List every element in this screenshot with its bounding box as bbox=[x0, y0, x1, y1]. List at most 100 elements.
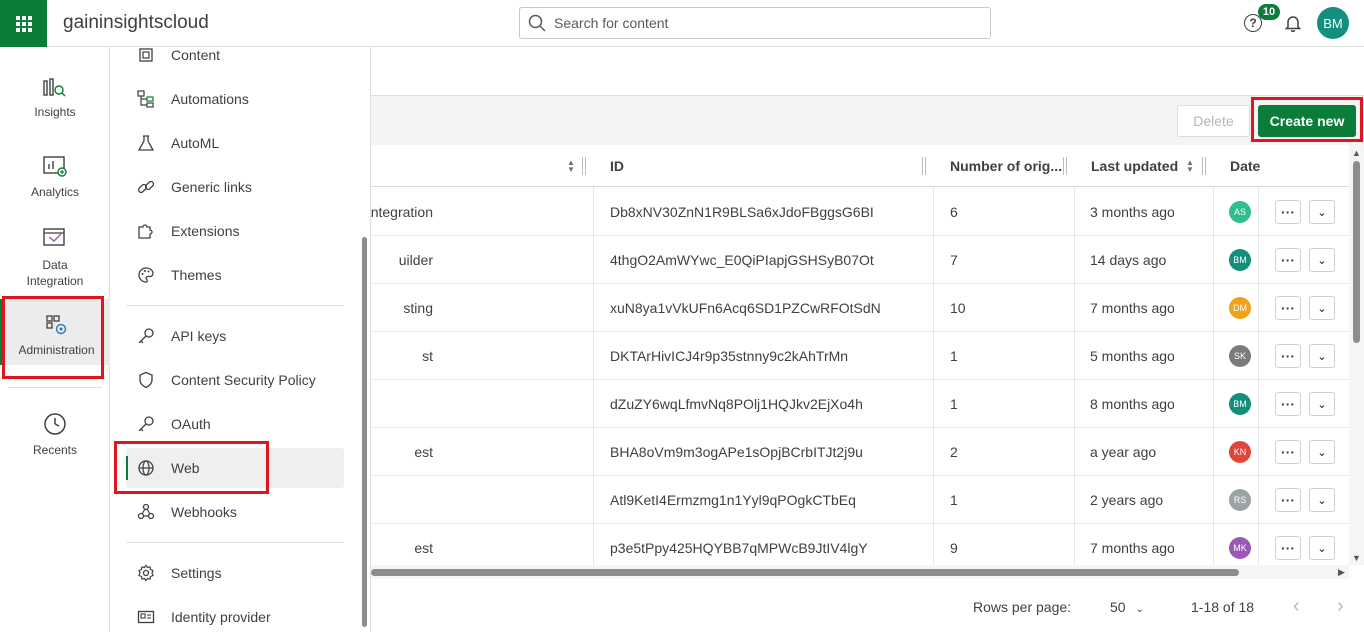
table-row[interactable]: est p3e5tPpy425HQYBB7qMPWcB9JtIV4lgY 9 7 mo… bbox=[371, 524, 1351, 565]
row-more-actions-button[interactable]: ··· bbox=[1275, 536, 1301, 560]
row-more-actions-button[interactable]: ··· bbox=[1275, 248, 1301, 272]
flask-icon bbox=[136, 133, 156, 153]
administration-icon bbox=[45, 315, 66, 335]
row-more-actions-button[interactable]: ··· bbox=[1275, 488, 1301, 512]
horizontal-scroll-thumb[interactable] bbox=[371, 569, 1239, 576]
user-avatar[interactable]: BM bbox=[1317, 7, 1349, 39]
row-more-actions-button[interactable]: ··· bbox=[1275, 344, 1301, 368]
column-resize-handle[interactable] bbox=[1063, 157, 1067, 175]
table-row[interactable]: uilder 4thgO2AmWYwc_E0QiPIapjGSHSyB07Ot 7 1… bbox=[371, 236, 1351, 284]
subnav-label: Content bbox=[171, 47, 221, 63]
cell-last-updated: 7 months ago bbox=[1090, 300, 1175, 316]
vertical-scroll-thumb[interactable] bbox=[1353, 161, 1360, 343]
link-icon bbox=[136, 177, 156, 197]
column-header-origins[interactable]: Number of orig... bbox=[935, 145, 1065, 187]
cell-name: sting bbox=[403, 300, 433, 316]
page-range: 1-18 of 18 bbox=[1191, 599, 1255, 615]
app-launcher-button[interactable] bbox=[0, 0, 47, 47]
row-expand-button[interactable]: ⌄ bbox=[1309, 296, 1335, 320]
scroll-down-arrow[interactable]: ▼ bbox=[1352, 553, 1361, 563]
cell-origins: 1 bbox=[950, 348, 958, 364]
owner-avatar: BM bbox=[1229, 249, 1251, 271]
data-integration-icon bbox=[43, 228, 65, 246]
sort-icon[interactable]: ▲ ▼ bbox=[1186, 159, 1194, 174]
row-expand-button[interactable]: ⌄ bbox=[1309, 392, 1335, 416]
table-row[interactable]: st DKTArHivICJ4r9p35stnny9c2kAhTrMn 1 5 mon… bbox=[371, 332, 1351, 380]
previous-page-button[interactable]: ‹ bbox=[1293, 595, 1300, 618]
subnav-item-extensions[interactable]: Extensions bbox=[126, 211, 344, 251]
row-expand-button[interactable]: ⌄ bbox=[1309, 344, 1335, 368]
row-more-actions-button[interactable]: ··· bbox=[1275, 296, 1301, 320]
table-row[interactable]: sting xuN8ya1vVkUFn6Acq6SD1PZCwRFOtSdN 10 7… bbox=[371, 284, 1351, 332]
subnav-item-webhooks[interactable]: Webhooks bbox=[126, 492, 344, 532]
row-expand-button[interactable]: ⌄ bbox=[1309, 440, 1335, 464]
row-expand-button[interactable]: ⌄ bbox=[1309, 536, 1335, 560]
table-row[interactable]: Atl9KetI4Ermzmg1n1Yyl9qPOgkCTbEq 1 2 years… bbox=[371, 476, 1351, 524]
column-resize-handle[interactable] bbox=[922, 157, 926, 175]
row-more-actions-button[interactable]: ··· bbox=[1275, 200, 1301, 224]
puzzle-icon bbox=[136, 221, 156, 241]
rail-item-recents[interactable]: Recents bbox=[0, 411, 110, 457]
row-expand-button[interactable]: ⌄ bbox=[1309, 488, 1335, 512]
notification-count-badge: 10 bbox=[1258, 4, 1280, 20]
waffle-icon bbox=[15, 15, 32, 32]
subnav-item-content[interactable]: Content bbox=[126, 47, 344, 75]
rail-item-data-integration[interactable]: Data Integration bbox=[0, 227, 110, 289]
scroll-up-arrow[interactable]: ▲ bbox=[1352, 148, 1361, 158]
rail-label-data-integration: Data Integration bbox=[26, 258, 84, 288]
delete-button[interactable]: Delete bbox=[1177, 105, 1250, 137]
table-header: ▲ ▼ ID Number of orig... Last updated ▲ ▼ … bbox=[371, 145, 1351, 187]
subnav-item-themes[interactable]: Themes bbox=[126, 255, 344, 295]
rail-item-administration[interactable]: Administration bbox=[0, 299, 110, 365]
cell-id: dZuZY6wqLfmvNq8POlj1HQJkv2EjXo4h bbox=[610, 396, 863, 412]
subnav-item-api-keys[interactable]: API keys bbox=[126, 316, 344, 356]
main-content: Delete Create new ▲ ▼ ID Number of orig..… bbox=[371, 47, 1364, 632]
bell-icon[interactable] bbox=[1284, 14, 1302, 32]
subnav-item-automations[interactable]: Automations bbox=[126, 79, 344, 119]
row-expand-button[interactable]: ⌄ bbox=[1309, 248, 1335, 272]
subnav-item-settings[interactable]: Settings bbox=[126, 553, 344, 593]
create-new-button[interactable]: Create new bbox=[1258, 105, 1356, 137]
column-header-date[interactable]: Date bbox=[1215, 145, 1275, 187]
palette-icon bbox=[136, 265, 156, 285]
rows-per-page-select[interactable]: 50 ⌄ bbox=[1110, 599, 1144, 615]
content-icon bbox=[136, 47, 156, 65]
rail-label-insights: Insights bbox=[34, 105, 76, 119]
cell-origins: 7 bbox=[950, 252, 958, 268]
owner-avatar: KN bbox=[1229, 441, 1251, 463]
column-header-id[interactable]: ID bbox=[595, 145, 933, 187]
column-header-name[interactable] bbox=[371, 145, 593, 187]
cell-last-updated: a year ago bbox=[1090, 444, 1157, 460]
owner-avatar: MK bbox=[1229, 537, 1251, 559]
subnav-item-oauth[interactable]: OAuth bbox=[126, 404, 344, 444]
subnav-item-identity-provider[interactable]: Identity provider bbox=[126, 597, 344, 632]
cell-origins: 6 bbox=[950, 204, 958, 220]
rail-label-administration: Administration bbox=[18, 343, 95, 357]
search-input[interactable] bbox=[554, 15, 974, 31]
cell-name: est bbox=[414, 444, 433, 460]
cell-last-updated: 8 months ago bbox=[1090, 396, 1175, 412]
search-box[interactable] bbox=[519, 7, 991, 39]
subnav-scrollbar[interactable] bbox=[362, 237, 367, 627]
rail-item-analytics[interactable]: Analytics bbox=[0, 155, 110, 199]
row-more-actions-button[interactable]: ··· bbox=[1275, 392, 1301, 416]
cell-id: 4thgO2AmWYwc_E0QiPIapjGSHSyB07Ot bbox=[610, 252, 874, 268]
column-resize-handle[interactable] bbox=[582, 157, 586, 175]
table-row[interactable]: dZuZY6wqLfmvNq8POlj1HQJkv2EjXo4h 1 8 month… bbox=[371, 380, 1351, 428]
subnav-label: OAuth bbox=[171, 416, 211, 432]
cell-id: p3e5tPpy425HQYBB7qMPWcB9JtIV4lgY bbox=[610, 540, 868, 556]
subnav-item-automl[interactable]: AutoML bbox=[126, 123, 344, 163]
table-row[interactable]: ntegration Db8xNV30ZnN1R9BLSa6xJdoFBggsG6… bbox=[371, 188, 1351, 236]
next-page-button[interactable]: › bbox=[1337, 595, 1344, 618]
subnav-item-generic-links[interactable]: Generic links bbox=[126, 167, 344, 207]
row-expand-button[interactable]: ⌄ bbox=[1309, 200, 1335, 224]
rail-item-insights[interactable]: Insights bbox=[0, 77, 110, 119]
subnav-label: Identity provider bbox=[171, 609, 271, 625]
table-row[interactable]: est BHA8oVm9m3ogAPe1sOpjBCrbITJt2j9u 2 a ye… bbox=[371, 428, 1351, 476]
scroll-right-arrow[interactable]: ▶ bbox=[1338, 567, 1345, 578]
subnav-item-web[interactable]: Web bbox=[126, 448, 344, 488]
row-more-actions-button[interactable]: ··· bbox=[1275, 440, 1301, 464]
column-resize-handle[interactable] bbox=[1202, 157, 1206, 175]
sort-icon[interactable]: ▲ ▼ bbox=[567, 159, 575, 174]
subnav-item-content-security-policy[interactable]: Content Security Policy bbox=[126, 360, 344, 400]
